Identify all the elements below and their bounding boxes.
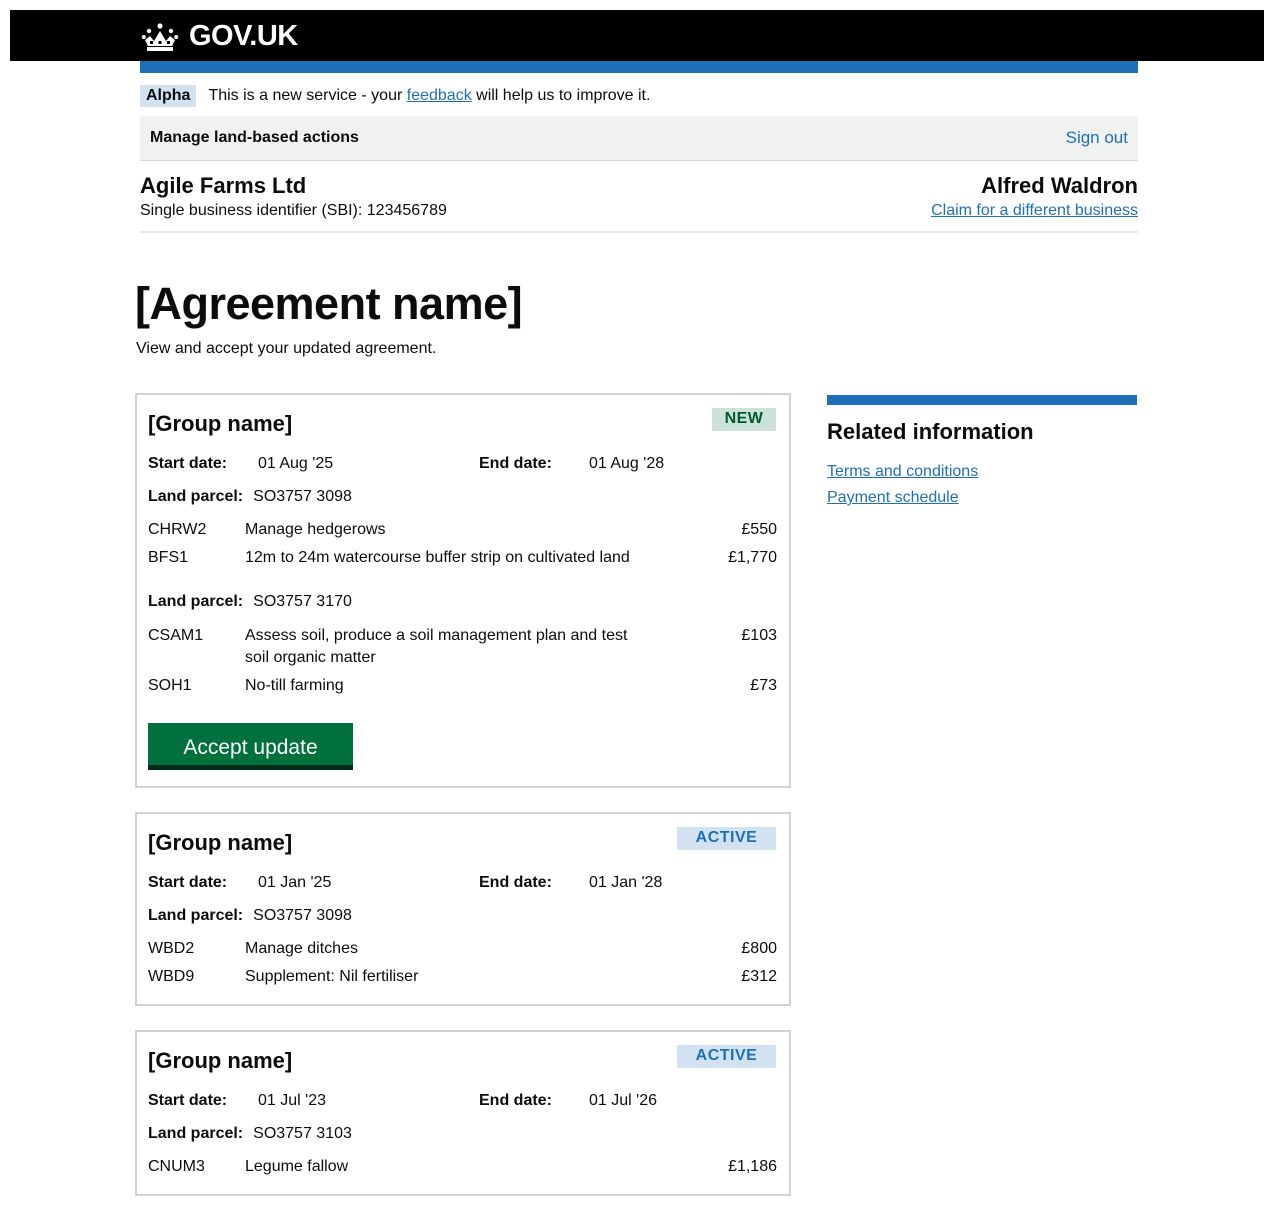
land-parcel-id: SO3757 3098	[253, 907, 352, 924]
land-parcel-label: Land parcel:	[148, 907, 244, 924]
crown-icon	[141, 22, 179, 51]
land-parcel-id: SO3757 3103	[253, 1125, 352, 1142]
status-tag: NEW	[712, 408, 776, 431]
start-date-label: Start date:	[148, 455, 228, 472]
phase-text-after: will help us to improve it.	[476, 87, 651, 104]
action-amount: £103	[741, 627, 777, 644]
govuk-logo[interactable]: GOV.UK	[141, 20, 298, 53]
agreement-group-card: [Group name] ACTIVE Start date: 01 Jan '…	[135, 812, 791, 1006]
end-date-label: End date:	[479, 1092, 552, 1109]
end-date-label: End date:	[479, 874, 552, 891]
business-sbi: Single business identifier (SBI): 123456…	[140, 202, 447, 219]
service-name: Manage land-based actions	[150, 129, 359, 146]
action-amount: £800	[741, 940, 777, 957]
start-date-label: Start date:	[148, 874, 228, 891]
action-code: SOH1	[148, 677, 192, 694]
action-code: CSAM1	[148, 627, 204, 644]
govuk-header: GOV.UK	[10, 10, 1264, 61]
switch-business-link[interactable]: Claim for a different business	[931, 202, 1138, 220]
land-parcel-label: Land parcel:	[148, 1125, 244, 1142]
land-parcel-id: SO3757 3098	[253, 488, 352, 505]
related-link-item: Payment schedule	[827, 489, 1137, 507]
related-heading: Related information	[827, 419, 1034, 444]
header-blue-bar	[140, 61, 1138, 73]
action-code: CHRW2	[148, 521, 207, 538]
agreement-group-card: [Group name] ACTIVE Start date: 01 Jul '…	[135, 1030, 791, 1196]
action-row: BFS1 12m to 24m watercourse buffer strip…	[148, 547, 777, 569]
action-description: Legume fallow	[245, 1158, 349, 1175]
user-name: Alfred Waldron	[981, 173, 1138, 198]
action-code: WBD2	[148, 940, 195, 957]
land-parcel-label: Land parcel:	[148, 593, 244, 610]
action-amount: £1,186	[728, 1158, 777, 1175]
payment-schedule-link[interactable]: Payment schedule	[827, 489, 959, 506]
action-description: 12m to 24m watercourse buffer strip on c…	[245, 549, 630, 566]
action-row: SOH1 No-till farming £73	[148, 675, 777, 697]
action-row: CHRW2 Manage hedgerows £550	[148, 519, 777, 541]
service-navigation: Manage land-based actions Sign out	[140, 116, 1138, 161]
business-name: Agile Farms Ltd	[140, 173, 307, 198]
page-title: [Agreement name]	[135, 278, 523, 329]
business-header: Agile Farms Ltd Single business identifi…	[140, 172, 1138, 233]
terms-and-conditions-link[interactable]: Terms and conditions	[827, 463, 978, 480]
end-date-value: 01 Jan '28	[589, 874, 663, 891]
action-code: WBD9	[148, 968, 195, 985]
action-description: Supplement: Nil fertiliser	[245, 968, 419, 985]
start-date-value: 01 Jul '23	[258, 1092, 326, 1109]
action-code: CNUM3	[148, 1158, 205, 1175]
action-code: BFS1	[148, 549, 189, 566]
group-title: [Group name]	[148, 411, 293, 436]
status-tag: ACTIVE	[677, 827, 776, 850]
phase-banner: Alpha This is a new service - your feedb…	[140, 85, 650, 107]
group-title: [Group name]	[148, 1048, 293, 1073]
group-title: [Group name]	[148, 830, 293, 855]
action-row: CNUM3 Legume fallow £1,186	[148, 1156, 777, 1178]
page-lede: View and accept your updated agreement.	[136, 340, 437, 357]
end-date-label: End date:	[479, 455, 552, 472]
related-link-item: Terms and conditions	[827, 463, 1137, 481]
land-parcel-label: Land parcel:	[148, 488, 244, 505]
action-row: WBD2 Manage ditches £800	[148, 938, 777, 960]
agreement-group-card: [Group name] NEW Start date: 01 Aug '25 …	[135, 393, 791, 788]
land-parcel: Land parcel: SO3757 3103	[148, 1125, 352, 1143]
status-tag: ACTIVE	[677, 1045, 776, 1068]
related-links: Terms and conditions Payment schedule	[827, 463, 1137, 507]
action-description: Manage hedgerows	[245, 521, 386, 538]
start-date-value: 01 Aug '25	[258, 455, 334, 472]
sign-out-link[interactable]: Sign out	[1066, 128, 1128, 148]
action-amount: £312	[741, 968, 777, 985]
action-description: No-till farming	[245, 677, 344, 694]
land-parcel-id: SO3757 3170	[253, 593, 352, 610]
start-date-value: 01 Jan '25	[258, 874, 332, 891]
feedback-link[interactable]: feedback	[407, 87, 472, 105]
action-amount: £73	[750, 677, 777, 694]
action-amount: £550	[741, 521, 777, 538]
end-date-value: 01 Aug '28	[589, 455, 665, 472]
land-parcel: Land parcel: SO3757 3170	[148, 593, 352, 611]
land-parcel: Land parcel: SO3757 3098	[148, 907, 352, 925]
action-amount: £1,770	[728, 549, 777, 566]
phase-text-before: This is a new service - your	[208, 87, 403, 104]
logo-text: GOV.UK	[189, 20, 298, 52]
land-parcel: Land parcel: SO3757 3098	[148, 488, 352, 506]
phase-tag: Alpha	[140, 85, 197, 107]
action-description: Assess soil, produce a soil management p…	[245, 627, 628, 666]
action-row: WBD9 Supplement: Nil fertiliser £312	[148, 966, 777, 988]
start-date-label: Start date:	[148, 1092, 228, 1109]
end-date-value: 01 Jul '26	[589, 1092, 657, 1109]
action-row: CSAM1 Assess soil, produce a soil manage…	[148, 625, 777, 669]
action-description: Manage ditches	[245, 940, 358, 957]
accept-update-button[interactable]: Accept update	[148, 723, 353, 770]
related-information: Related information Terms and conditions…	[827, 395, 1137, 515]
